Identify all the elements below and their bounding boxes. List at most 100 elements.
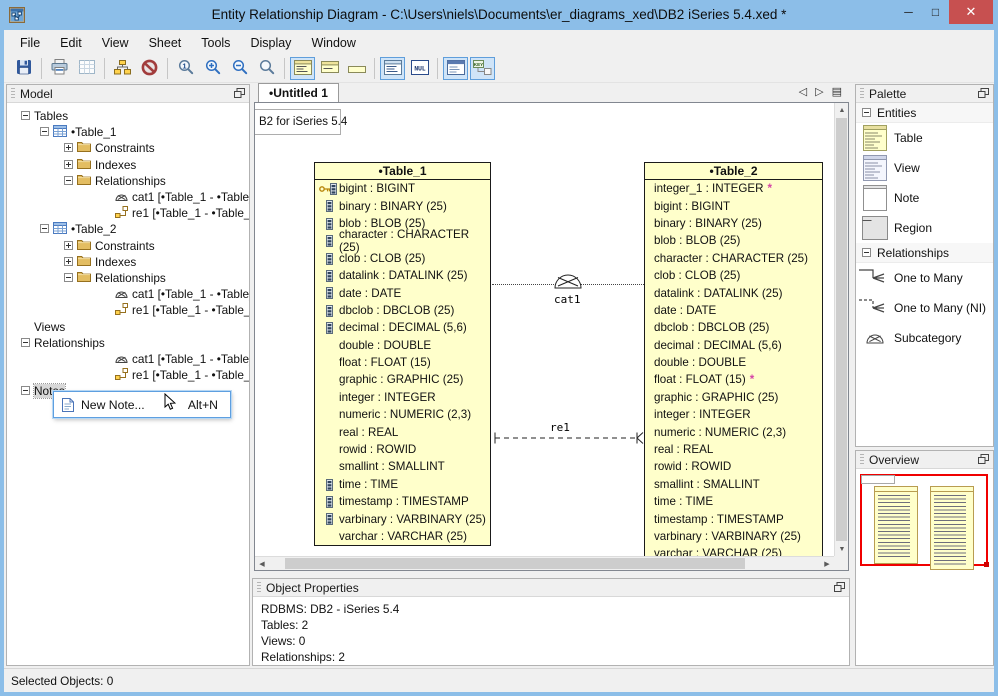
- entity-row[interactable]: decimal : DECIMAL (5,6): [645, 337, 822, 354]
- float-panel-button[interactable]: [978, 87, 989, 101]
- menu-tools[interactable]: Tools: [191, 32, 240, 54]
- entity-row[interactable]: double : DOUBLE: [315, 337, 490, 354]
- tab-scroll-left-button[interactable]: ◁: [799, 85, 807, 98]
- palette-item-table[interactable]: Table: [856, 123, 993, 153]
- tree-item-re1-table-1-table-2[interactable]: re1 [•Table_1 - •Table_2]: [7, 302, 249, 318]
- entity-row[interactable]: bigint : BIGINT: [315, 180, 490, 197]
- collapse-box[interactable]: [21, 109, 30, 123]
- entity-row[interactable]: float : FLOAT (15)*: [645, 371, 822, 388]
- palette-section-entities[interactable]: Entities: [856, 103, 993, 123]
- entity-row[interactable]: binary : BINARY (25): [315, 197, 490, 214]
- panel-grip[interactable]: [860, 88, 864, 100]
- menu-display[interactable]: Display: [240, 32, 301, 54]
- entity-row[interactable]: time : TIME: [645, 493, 822, 510]
- panel-grip[interactable]: [257, 582, 261, 594]
- tree-item-indexes[interactable]: Indexes: [7, 254, 249, 270]
- abort-button[interactable]: [137, 57, 162, 80]
- palette-item-view[interactable]: View: [856, 153, 993, 183]
- show-nullability-toggle[interactable]: NUL: [407, 57, 432, 80]
- tree-item-indexes[interactable]: Indexes: [7, 157, 249, 173]
- collapse-box[interactable]: [64, 174, 73, 188]
- vertical-scrollbar[interactable]: ▲ ▼: [834, 103, 848, 556]
- entity-row[interactable]: time : TIME: [315, 476, 490, 493]
- float-panel-button[interactable]: [834, 581, 845, 595]
- entity-row[interactable]: smallint : SMALLINT: [645, 476, 822, 493]
- tree-item-relationships[interactable]: Relationships: [7, 270, 249, 286]
- entity-row[interactable]: timestamp : TIMESTAMP: [315, 493, 490, 510]
- palette-item-one-to-many[interactable]: One to Many: [856, 263, 993, 293]
- minimize-button[interactable]: ─: [895, 0, 922, 24]
- entity-row[interactable]: rowid : ROWID: [645, 458, 822, 475]
- show-columns-toggle[interactable]: [380, 57, 405, 80]
- tree-item-cat1-table-1-table-2[interactable]: cat1 [•Table_1 - •Table_2]: [7, 351, 249, 367]
- entity-row[interactable]: clob : CLOB (25): [645, 267, 822, 284]
- palette-item-note[interactable]: Note: [856, 183, 993, 213]
- expand-box[interactable]: [64, 158, 73, 172]
- show-window-toggle[interactable]: [443, 57, 468, 80]
- entity-table_2[interactable]: •Table_2integer_1 : INTEGER*bigint : BIG…: [644, 162, 823, 556]
- page-setup-button[interactable]: [74, 57, 99, 80]
- horizontal-scrollbar-thumb[interactable]: [285, 558, 745, 569]
- tree-item-cat1-table-1-table-2[interactable]: cat1 [•Table_1 - •Table_2]: [7, 189, 249, 205]
- entity-row[interactable]: character : CHARACTER (25): [315, 232, 490, 249]
- save-button[interactable]: [11, 57, 36, 80]
- tree-item-tables[interactable]: Tables: [7, 108, 249, 124]
- entity-row[interactable]: numeric : NUMERIC (2,3): [315, 406, 490, 423]
- tree-item-re1-table-1-table-2[interactable]: re1 [•Table_1 - •Table_2]: [7, 367, 249, 383]
- collapse-box[interactable]: [64, 271, 73, 285]
- entity-row[interactable]: smallint : SMALLINT: [315, 458, 490, 475]
- entity-row[interactable]: bigint : BIGINT: [645, 197, 822, 214]
- palette-item-subcategory[interactable]: Subcategory: [856, 323, 993, 353]
- tree-item-cat1-table-1-table-2[interactable]: cat1 [•Table_1 - •Table_2]: [7, 286, 249, 302]
- tree-item-table-2[interactable]: •Table_2: [7, 221, 249, 237]
- entity-row[interactable]: varchar : VARCHAR (25): [645, 545, 822, 556]
- context-menu-item-new-note[interactable]: New Note...: [81, 398, 145, 412]
- menu-view[interactable]: View: [92, 32, 139, 54]
- collapse-box[interactable]: [21, 336, 30, 350]
- entity-row[interactable]: varbinary : VARBINARY (25): [315, 510, 490, 527]
- palette-item-one-to-many-ni[interactable]: One to Many (NI): [856, 293, 993, 323]
- overview-viewport-rect[interactable]: [860, 474, 988, 566]
- display-primary-key-toggle[interactable]: [317, 57, 342, 80]
- entity-row[interactable]: decimal : DECIMAL (5,6): [315, 319, 490, 336]
- entity-row[interactable]: graphic : GRAPHIC (25): [315, 371, 490, 388]
- horizontal-scrollbar[interactable]: ◀ ▶: [255, 556, 834, 570]
- entity-row[interactable]: character : CHARACTER (25): [645, 250, 822, 267]
- close-button[interactable]: ✕: [949, 0, 993, 24]
- maximize-button[interactable]: □: [922, 0, 949, 24]
- diagram-canvas[interactable]: B2 for iSeries 5.4 •Table_1bigint : BIGI…: [255, 103, 834, 556]
- scroll-up-arrow[interactable]: ▲: [835, 103, 849, 117]
- menu-sheet[interactable]: Sheet: [139, 32, 192, 54]
- entity-row[interactable]: binary : BINARY (25): [645, 215, 822, 232]
- tree-item-constraints[interactable]: Constraints: [7, 140, 249, 156]
- overview-resize-handle[interactable]: [984, 562, 989, 567]
- display-name-only-toggle[interactable]: [344, 57, 369, 80]
- entity-row[interactable]: varbinary : VARBINARY (25): [645, 528, 822, 545]
- expand-box[interactable]: [64, 239, 73, 253]
- entity-row[interactable]: integer : INTEGER: [645, 406, 822, 423]
- scroll-down-arrow[interactable]: ▼: [835, 542, 849, 556]
- entity-row[interactable]: real : REAL: [645, 441, 822, 458]
- zoom-out-button[interactable]: [227, 57, 252, 80]
- collapse-box[interactable]: [862, 246, 871, 260]
- entity-row[interactable]: dbclob : DBCLOB (25): [645, 319, 822, 336]
- zoom-in-button[interactable]: [200, 57, 225, 80]
- tab-untitled-1[interactable]: •Untitled 1: [258, 83, 339, 102]
- tree-item-relationships[interactable]: Relationships: [7, 173, 249, 189]
- entity-row[interactable]: blob : BLOB (25): [645, 232, 822, 249]
- entity-row[interactable]: rowid : ROWID: [315, 441, 490, 458]
- relationship-line-re1[interactable]: [492, 430, 644, 449]
- palette-section-relationships[interactable]: Relationships: [856, 243, 993, 263]
- subcategory-symbol[interactable]: [553, 272, 583, 292]
- tree-item-relationships[interactable]: Relationships: [7, 335, 249, 351]
- vertical-scrollbar-thumb[interactable]: [836, 118, 847, 541]
- entity-table_1[interactable]: •Table_1bigint : BIGINTbinary : BINARY (…: [314, 162, 491, 546]
- panel-grip[interactable]: [860, 454, 864, 466]
- tree-item-table-1[interactable]: •Table_1: [7, 124, 249, 140]
- collapse-box[interactable]: [862, 106, 871, 120]
- entity-row[interactable]: numeric : NUMERIC (2,3): [645, 423, 822, 440]
- menu-edit[interactable]: Edit: [50, 32, 92, 54]
- menu-window[interactable]: Window: [301, 32, 365, 54]
- entity-row[interactable]: double : DOUBLE: [645, 354, 822, 371]
- entity-row[interactable]: date : DATE: [645, 302, 822, 319]
